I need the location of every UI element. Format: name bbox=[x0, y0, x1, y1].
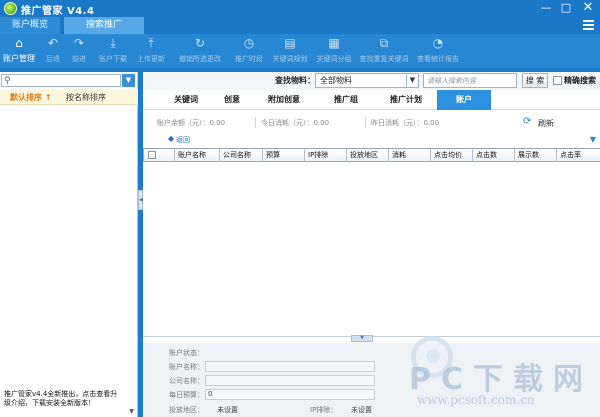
region-value: 未设置 bbox=[217, 406, 238, 414]
ip-exclude-value: 未设置 bbox=[351, 406, 372, 414]
budget-value: 0 bbox=[208, 390, 213, 398]
revert-changes-button[interactable]: ↻ 撤销所选更改 bbox=[174, 36, 226, 64]
column-header[interactable]: 消耗 bbox=[388, 149, 430, 162]
refresh-icon[interactable]: ⟳ bbox=[523, 116, 531, 127]
title-bar: 推广管家 V4.4 — □ ✕ bbox=[0, 0, 600, 17]
pie-icon: ◔ bbox=[432, 36, 444, 50]
scroll-down-icon[interactable]: ▼ bbox=[129, 407, 134, 416]
column-header[interactable]: 账户名称 bbox=[174, 149, 219, 162]
table-header: 账户名称 公司名称 预算 IP排除 投放地区 消耗 点击均价 点击数 展示数 点… bbox=[143, 149, 600, 162]
return-link[interactable]: 返回 bbox=[176, 135, 190, 145]
revert-icon: ↻ bbox=[194, 36, 206, 50]
clock-icon: ◷ bbox=[243, 36, 255, 50]
menu-icon[interactable] bbox=[583, 20, 594, 30]
back-arrow-icon[interactable]: ◆ bbox=[168, 134, 174, 143]
redo-icon: ↷ bbox=[73, 36, 85, 50]
grid-icon: ▦ bbox=[328, 36, 340, 50]
undo-icon: ↶ bbox=[47, 36, 59, 50]
column-header[interactable]: 公司名称 bbox=[219, 149, 262, 162]
report-button[interactable]: ◔ 查看统计报告 bbox=[414, 36, 462, 64]
account-tree-panel: ⚲ ▼ 默认排序 ↑ 按名称排序 推广管家v4.4全新推出，点击查看升 级介绍，… bbox=[0, 72, 138, 417]
forward-button[interactable]: ↷ 前进 bbox=[68, 36, 90, 64]
search-input[interactable] bbox=[423, 73, 517, 88]
tab-account[interactable]: 账户 bbox=[437, 90, 491, 110]
chevron-down-icon[interactable]: ▼ bbox=[590, 135, 596, 144]
close-icon[interactable]: ✕ bbox=[578, 0, 598, 17]
tab-creative[interactable]: 创意 bbox=[205, 90, 259, 110]
search-row: 查找物料： 全部物料 ▼ 搜 索 精确搜索 bbox=[143, 72, 600, 90]
top-tab-bar: 账户概览 搜索推广 bbox=[0, 17, 600, 34]
account-detail-panel: 账户状态： 账户名称： 公司名称： 每日预算： 0 投放地区： 未设置 IP排除… bbox=[143, 343, 600, 417]
tab-extra-creative[interactable]: 附加创意 bbox=[257, 90, 311, 110]
exact-search-label: 精确搜索 bbox=[564, 76, 596, 85]
select-all-column bbox=[143, 149, 159, 162]
yesterday-cost: 昨日消耗（元）：0.00 bbox=[371, 119, 440, 127]
account-name-field bbox=[205, 361, 375, 372]
upload-update-button[interactable]: ⤒ 上传更新 bbox=[134, 36, 168, 64]
account-balance: 账户余额（元）：0.00 bbox=[157, 119, 226, 127]
sort-row: 默认排序 ↑ 按名称排序 bbox=[0, 89, 138, 105]
sort-by-name-button[interactable]: 按名称排序 bbox=[66, 92, 106, 103]
main-panel: 关键词 创意 附加创意 推广组 推广计划 账户 账户余额（元）：0.00 今日消… bbox=[143, 90, 600, 417]
chart-icon: ▤ bbox=[284, 36, 296, 50]
tab-campaign[interactable]: 推广计划 bbox=[379, 90, 433, 110]
duplicate-icon: ⧉ bbox=[379, 36, 389, 50]
column-header[interactable]: 点击率 bbox=[556, 149, 600, 162]
sort-default-button[interactable]: 默认排序 ↑ bbox=[10, 92, 52, 103]
search-button[interactable]: 搜 索 bbox=[522, 73, 548, 88]
account-table: 账户名称 公司名称 预算 IP排除 投放地区 消耗 点击均价 点击数 展示数 点… bbox=[143, 148, 600, 337]
chevron-down-icon[interactable]: ▼ bbox=[122, 74, 135, 87]
keyword-group-button[interactable]: ▦ 关键词分组 bbox=[314, 36, 354, 64]
column-header[interactable]: 投放地区 bbox=[346, 149, 388, 162]
column-header[interactable]: IP排除 bbox=[304, 149, 346, 162]
status-label: 账户状态： bbox=[169, 349, 204, 357]
account-download-button[interactable]: ⤓ 账户下载 bbox=[96, 36, 130, 64]
company-name-label: 公司名称： bbox=[169, 377, 204, 385]
maximize-icon[interactable]: □ bbox=[556, 0, 576, 17]
budget-label: 每日预算： bbox=[169, 391, 204, 399]
minimize-icon[interactable]: — bbox=[536, 0, 556, 17]
today-cost: 今日消耗（元）：0.00 bbox=[261, 119, 330, 127]
ip-exclude-label: IP排除： bbox=[310, 406, 338, 414]
download-icon: ⤓ bbox=[110, 36, 116, 50]
account-manage-button[interactable]: ⌂ 账户管理 bbox=[2, 36, 36, 64]
select-all-checkbox[interactable] bbox=[148, 151, 156, 159]
toolbar: ⌂ 账户管理 ↶ 后退 ↷ 前进 ⤓ 账户下载 ⤒ 上传更新 ↻ 撤销所选更改 … bbox=[0, 34, 600, 68]
budget-field bbox=[205, 389, 375, 400]
stats-row: 账户余额（元）：0.00 今日消耗（元）：0.00 昨日消耗（元）：0.00 ⟳… bbox=[143, 113, 600, 131]
exact-search-checkbox[interactable] bbox=[553, 76, 562, 85]
tab-ad-group[interactable]: 推广组 bbox=[319, 90, 373, 110]
chevron-down-icon: ▼ bbox=[406, 74, 418, 87]
app-logo-icon bbox=[4, 2, 17, 15]
tab-search-promotion[interactable]: 搜索推广 bbox=[64, 17, 144, 34]
column-header[interactable]: 点击数 bbox=[472, 149, 514, 162]
region-label: 投放地区： bbox=[169, 406, 204, 414]
schedule-button[interactable]: ◷ 推广时段 bbox=[232, 36, 266, 64]
home-icon: ⌂ bbox=[15, 36, 23, 50]
upload-icon: ⤒ bbox=[148, 36, 154, 50]
column-header[interactable]: 点击均价 bbox=[430, 149, 472, 162]
search-icon: ⚲ bbox=[4, 76, 11, 86]
column-header[interactable]: 展示数 bbox=[514, 149, 556, 162]
left-search-input[interactable]: ⚲ bbox=[1, 74, 121, 87]
return-row: ◆ 返回 ▼ bbox=[143, 134, 600, 147]
expand-detail-handle[interactable]: ▼ bbox=[351, 335, 373, 342]
app-title: 推广管家 V4.4 bbox=[21, 6, 95, 17]
company-name-field bbox=[205, 375, 375, 386]
keyword-plan-button[interactable]: ▤ 关键词规划 bbox=[270, 36, 310, 64]
refresh-button[interactable]: 刷新 bbox=[538, 118, 554, 129]
tab-account-overview[interactable]: 账户概览 bbox=[0, 17, 60, 34]
account-name-label: 账户名称： bbox=[169, 363, 204, 371]
material-select[interactable]: 全部物料 ▼ bbox=[315, 73, 419, 88]
sub-tab-bar: 关键词 创意 附加创意 推广组 推广计划 账户 bbox=[143, 90, 600, 110]
search-label: 查找物料： bbox=[275, 76, 315, 85]
back-button[interactable]: ↶ 后退 bbox=[42, 36, 64, 64]
column-header[interactable]: 预算 bbox=[262, 149, 304, 162]
find-duplicate-button[interactable]: ⧉ 查找重复关键词 bbox=[358, 36, 410, 64]
upgrade-notice[interactable]: 推广管家v4.4全新推出，点击查看升 级介绍，下载安装全新版本！ ▼ bbox=[0, 389, 138, 417]
